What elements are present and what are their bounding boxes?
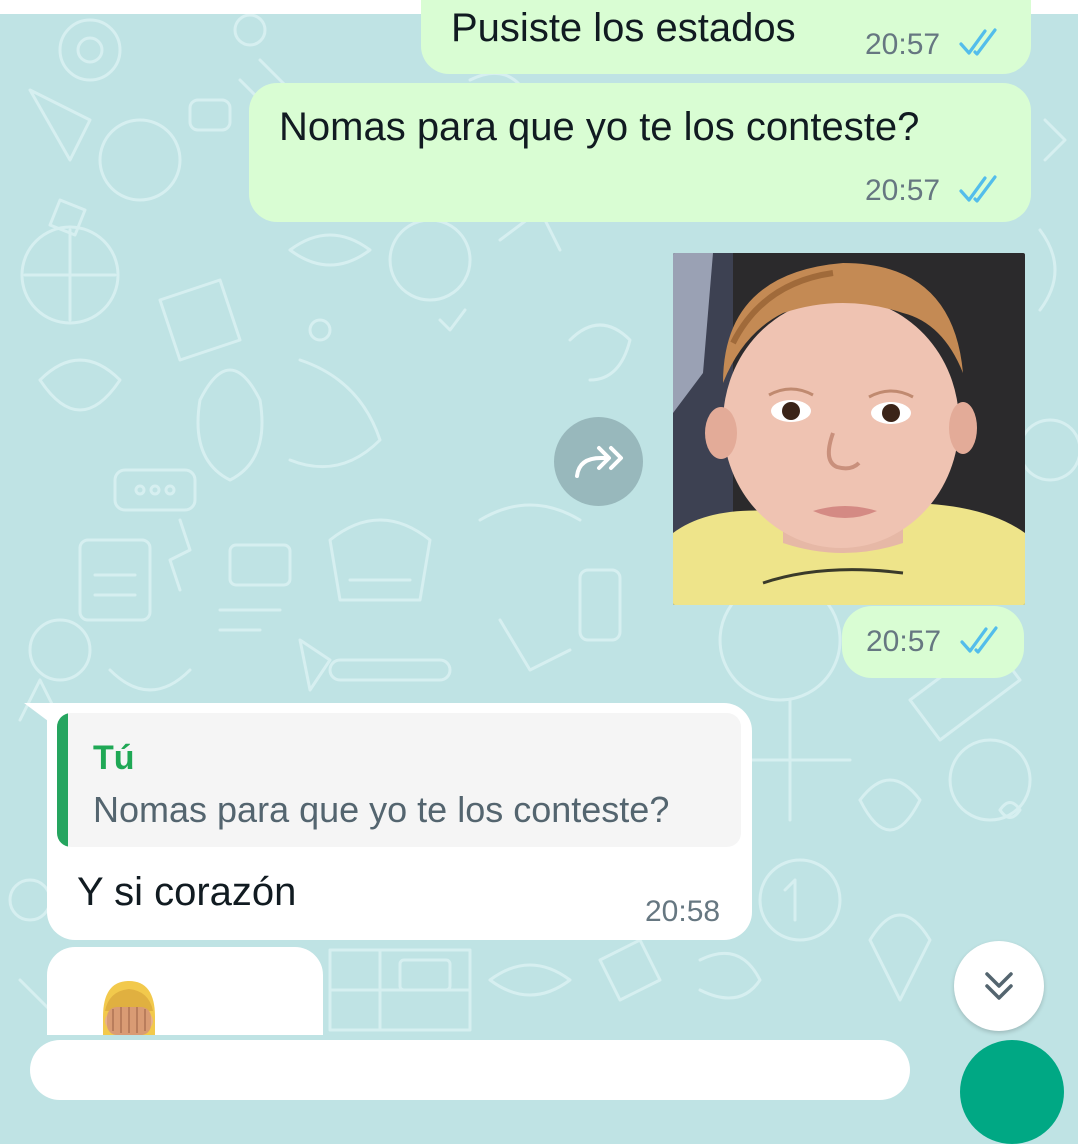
forward-icon [574, 445, 623, 478]
double-check-icon [959, 28, 997, 56]
incoming-message-bubble[interactable] [47, 947, 323, 1035]
quote-accent-bar [57, 713, 68, 847]
quote-text: Nomas para que yo te los conteste? [93, 789, 670, 830]
quote-author: Tú [93, 739, 135, 777]
outgoing-message-bubble[interactable]: Pusiste los estados 20:57 [421, 0, 1031, 74]
double-check-icon [960, 626, 998, 654]
scroll-to-bottom-button[interactable] [954, 941, 1044, 1031]
message-time: 20:58 [645, 895, 721, 928]
message-text: Pusiste los estados [451, 6, 796, 50]
outgoing-message-bubble[interactable]: Nomas para que yo te los conteste? 20:57 [249, 83, 1031, 222]
toddler-face-sticker[interactable] [673, 253, 1025, 605]
message-text: Y si corazón [77, 870, 297, 914]
face-palm-emoji [103, 981, 155, 1035]
message-input[interactable] [30, 1040, 910, 1100]
double-check-icon [959, 175, 997, 203]
message-time: 20:57 [865, 28, 941, 61]
message-text: Nomas para que yo te los conteste? [279, 105, 920, 149]
message-time: 20:57 [865, 174, 941, 207]
quoted-message[interactable]: Tú Nomas para que yo te los conteste? [57, 713, 741, 847]
message-time: 20:57 [866, 625, 942, 658]
double-chevron-down-icon [985, 972, 1013, 1000]
sticker-time-chip: 20:57 [842, 606, 1024, 678]
forward-button[interactable] [554, 417, 643, 506]
